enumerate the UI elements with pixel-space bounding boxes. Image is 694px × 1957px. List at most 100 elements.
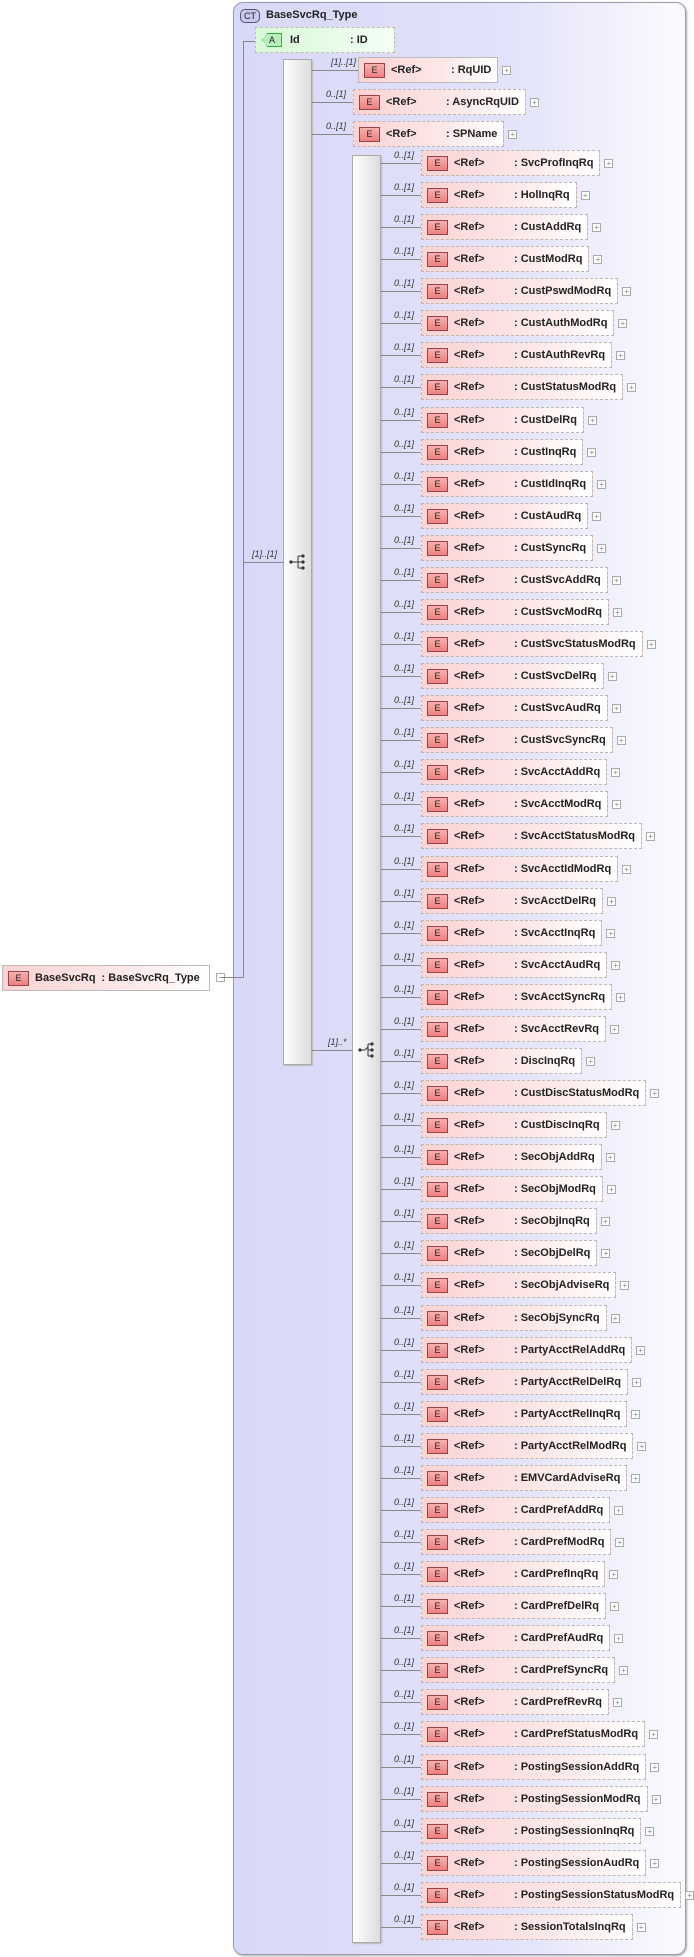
ref-element[interactable]: E <Ref>: SessionTotalsInqRq [421,1914,633,1940]
ref-element[interactable]: E <Ref>: SvcAcctStatusModRq [421,823,643,849]
expand-icon[interactable]: + [600,1216,610,1226]
ref-element[interactable]: E <Ref>: PostingSessionStatusModRq [421,1882,682,1908]
ref-element[interactable]: E <Ref>: SvcAcctAudRq [421,952,608,978]
ref-element[interactable]: E <Ref>: CustAddRq [421,214,589,240]
ref-element[interactable]: E <Ref>: PostingSessionAddRq [421,1754,647,1780]
ref-element[interactable]: E <Ref>: SecObjAddRq [421,1144,602,1170]
expand-icon[interactable]: + [611,703,621,713]
expand-icon[interactable]: + [618,318,628,328]
expand-icon[interactable]: + [606,896,616,906]
expand-icon[interactable]: + [611,960,621,970]
ref-element[interactable]: E <Ref>: SvcAcctDelRq [421,888,603,914]
expand-icon[interactable]: + [593,254,603,264]
ref-element[interactable]: E <Ref>: SvcProfInqRq [421,150,601,176]
expand-icon[interactable]: + [650,1858,660,1868]
ref-element[interactable]: E <Ref>: SPName [353,121,505,147]
expand-icon[interactable]: + [606,928,616,938]
ref-element[interactable]: E <Ref>: CustSvcModRq [421,599,609,625]
ref-element[interactable]: E <Ref>: EMVCardAdviseRq [421,1465,628,1491]
expand-icon[interactable]: + [580,190,590,200]
expand-icon[interactable]: + [631,1377,641,1387]
expand-icon[interactable]: + [601,1248,611,1258]
ref-element[interactable]: E <Ref>: CardPrefStatusModRq [421,1721,646,1747]
expand-icon[interactable]: + [609,1601,619,1611]
ref-element[interactable]: E <Ref>: CardPrefAddRq [421,1497,611,1523]
ref-element[interactable]: E <Ref>: SvcAcctRevRq [421,1016,606,1042]
ref-element[interactable]: E <Ref>: CustAuthRevRq [421,342,613,368]
expand-icon[interactable]: + [615,1537,625,1547]
ref-element[interactable]: E <Ref>: SvcAcctAddRq [421,759,608,785]
ref-element[interactable]: E <Ref>: CustSvcDelRq [421,663,604,689]
expand-icon[interactable]: + [502,65,512,75]
ref-element[interactable]: E <Ref>: SvcAcctModRq [421,791,609,817]
expand-icon[interactable]: + [611,575,621,585]
expand-icon[interactable]: + [649,1729,659,1739]
expand-icon[interactable]: + [592,222,602,232]
ref-element[interactable]: E <Ref>: SecObjModRq [421,1176,603,1202]
root-element[interactable]: E BaseSvcRq : BaseSvcRq_Type [2,965,210,991]
ref-element[interactable]: E <Ref>: SvcAcctSyncRq [421,984,613,1010]
expand-icon[interactable]: + [622,864,632,874]
expand-icon[interactable]: + [597,543,607,553]
expand-icon[interactable]: + [587,447,597,457]
expand-icon[interactable]: + [529,97,539,107]
expand-icon[interactable]: + [685,1890,694,1900]
attribute-id[interactable]: A Id : ID [255,27,395,53]
ref-element[interactable]: E <Ref>: SvcAcctIdModRq [421,856,619,882]
ref-element[interactable]: E <Ref>: CustSvcAddRq [421,567,608,593]
ref-element[interactable]: E <Ref>: CustDiscStatusModRq [421,1080,647,1106]
expand-icon[interactable]: + [613,607,622,617]
ref-element[interactable]: E <Ref>: HolInqRq [421,182,577,208]
expand-icon[interactable]: + [587,415,597,425]
ref-element[interactable]: E <Ref>: CustModRq [421,246,590,272]
ref-element[interactable]: E <Ref>: CustAudRq [421,503,589,529]
expand-icon[interactable]: + [609,1569,619,1579]
expand-icon[interactable]: + [597,479,607,489]
expand-icon[interactable]: + [627,382,637,392]
ref-element[interactable]: E <Ref>: PartyAcctRelDelRq [421,1369,628,1395]
expand-icon[interactable]: + [616,735,626,745]
ref-element[interactable]: E <Ref>: RqUID [358,57,499,83]
ref-element[interactable]: E <Ref>: CustIdInqRq [421,471,594,497]
expand-icon[interactable]: + [620,1280,630,1290]
expand-icon[interactable]: + [609,1024,619,1034]
expand-icon[interactable]: + [586,1056,596,1066]
expand-icon[interactable]: + [646,639,656,649]
expand-icon[interactable]: + [607,671,617,681]
ref-element[interactable]: E <Ref>: CustAuthModRq [421,310,615,336]
expand-icon[interactable]: + [622,286,632,296]
ref-element[interactable]: E <Ref>: CardPrefInqRq [421,1561,606,1587]
expand-icon[interactable]: + [605,1152,615,1162]
ref-element[interactable]: E <Ref>: CustSvcAudRq [421,695,608,721]
ref-element[interactable]: E <Ref>: CustSyncRq [421,535,594,561]
expand-icon[interactable]: + [619,1665,629,1675]
ref-element[interactable]: E <Ref>: DiscInqRq [421,1048,583,1074]
expand-icon[interactable]: + [651,1794,661,1804]
ref-element[interactable]: E <Ref>: CustInqRq [421,439,584,465]
ref-element[interactable]: E <Ref>: CardPrefAudRq [421,1625,611,1651]
ref-element[interactable]: E <Ref>: CustStatusModRq [421,374,624,400]
ref-element[interactable]: E <Ref>: PartyAcctRelModRq [421,1433,634,1459]
ref-element[interactable]: E <Ref>: AsyncRqUID [353,89,526,115]
expand-icon[interactable]: + [611,767,621,777]
ref-element[interactable]: E <Ref>: PostingSessionModRq [421,1786,648,1812]
expand-icon[interactable]: + [612,799,622,809]
expand-icon[interactable]: + [645,1826,655,1836]
ref-element[interactable]: E <Ref>: CustPswdModRq [421,278,619,304]
ref-element[interactable]: E <Ref>: CardPrefDelRq [421,1593,606,1619]
expand-icon[interactable]: + [508,129,518,139]
expand-icon[interactable]: + [636,1345,646,1355]
ref-element[interactable]: E <Ref>: CustDelRq [421,407,584,433]
expand-icon[interactable]: + [631,1409,641,1419]
expand-icon[interactable]: + [631,1473,641,1483]
expand-icon[interactable]: + [592,511,602,521]
expand-icon[interactable]: + [604,158,614,168]
ref-element[interactable]: E <Ref>: CustDiscInqRq [421,1112,607,1138]
ref-element[interactable]: E <Ref>: SecObjInqRq [421,1208,597,1234]
expand-icon[interactable]: + [610,1120,620,1130]
ref-element[interactable]: E <Ref>: PartyAcctRelInqRq [421,1401,628,1427]
expand-icon[interactable]: + [650,1762,660,1772]
ref-element[interactable]: E <Ref>: PostingSessionInqRq [421,1818,642,1844]
expand-icon[interactable]: + [636,1922,646,1932]
ref-element[interactable]: E <Ref>: SecObjSyncRq [421,1305,607,1331]
